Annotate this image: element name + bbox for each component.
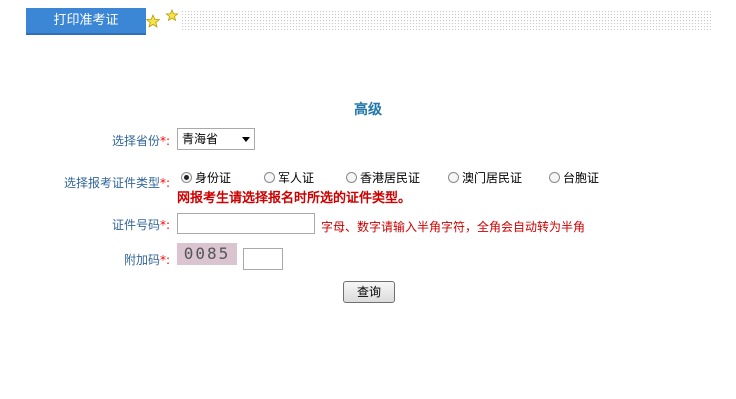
id-type-label-text: 选择报考证件类型 (63, 176, 160, 190)
radio-label: 军人证 (278, 171, 315, 185)
id-number-label: 证件号码*: (112, 216, 170, 233)
captcha-input[interactable] (243, 248, 283, 270)
radio-label: 台胞证 (563, 171, 600, 185)
radio-button[interactable] (264, 172, 275, 183)
star-icon (146, 9, 179, 28)
id-number-label-text: 证件号码 (111, 218, 160, 232)
radio-button[interactable] (181, 172, 192, 183)
required-mark: *: (159, 134, 170, 148)
chevron-down-icon (242, 137, 250, 142)
required-mark: *: (159, 176, 170, 190)
required-mark: *: (159, 218, 170, 232)
province-label: 选择省份*: (112, 132, 170, 149)
captcha-image[interactable]: 0085 (177, 243, 237, 265)
id-type-label: 选择报考证件类型*: (64, 174, 170, 191)
id-number-input[interactable] (177, 213, 315, 234)
page-title: 高级 (354, 102, 382, 118)
query-button[interactable]: 查询 (343, 281, 395, 303)
id-number-hint: 字母、数字请输入半角字符，全角会自动转为半角 (321, 220, 586, 234)
radio-option-military-card[interactable]: 军人证 (264, 169, 314, 185)
radio-label: 身份证 (195, 171, 232, 185)
radio-option-hongkong[interactable]: 香港居民证 (346, 169, 420, 185)
province-select[interactable]: 青海省 (177, 128, 255, 150)
tab-print-admission-ticket[interactable]: 打印准考证 (26, 8, 146, 35)
radio-option-macau[interactable]: 澳门居民证 (448, 169, 522, 185)
radio-button[interactable] (448, 172, 459, 183)
radio-label: 澳门居民证 (462, 171, 523, 185)
required-mark: *: (159, 253, 170, 267)
radio-option-id-card[interactable]: 身份证 (181, 169, 231, 185)
province-label-text: 选择省份 (111, 134, 160, 148)
radio-button[interactable] (346, 172, 357, 183)
captcha-label-text: 附加码 (123, 253, 160, 267)
id-type-warning: 网报考生请选择报名时所选的证件类型。 (177, 191, 412, 206)
radio-option-taiwan[interactable]: 台胞证 (549, 169, 599, 185)
header-dotted-bar (181, 10, 711, 30)
radio-button[interactable] (549, 172, 560, 183)
province-select-value: 青海省 (182, 132, 219, 146)
captcha-label: 附加码*: (124, 251, 170, 268)
radio-label: 香港居民证 (360, 171, 421, 185)
